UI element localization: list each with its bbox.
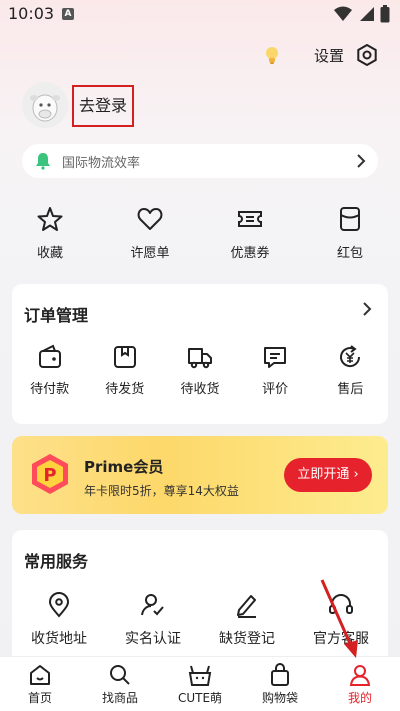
order-label: 待收货 xyxy=(180,382,220,397)
box-icon xyxy=(113,346,136,368)
quick-actions: 收藏 许愿单 优惠券 红包 xyxy=(0,206,400,262)
prime-subtitle: 年卡限时5折，尊享14大权益 xyxy=(84,484,239,498)
service-verification[interactable]: 实名认证 xyxy=(106,592,200,648)
signal-icon xyxy=(360,7,374,21)
service-label: 缺货登记 xyxy=(219,631,275,647)
status-time: 10:03 xyxy=(8,4,55,23)
prime-title: Prime会员 xyxy=(84,458,164,476)
cow-mascot-icon xyxy=(22,82,68,128)
cute-icon xyxy=(188,665,212,686)
prime-membership-card[interactable]: P Prime会员 年卡限时5折，尊享14大权益 立即开通 › xyxy=(12,436,388,514)
prime-logo-letter: P xyxy=(43,465,56,486)
truck-icon xyxy=(187,348,212,369)
settings-label[interactable]: 设置 xyxy=(314,45,344,66)
orders-card: 订单管理 待付款 待发货 待收货 评价 售后 xyxy=(12,284,388,424)
battery-icon xyxy=(380,5,390,23)
nav-me[interactable]: 我的 xyxy=(320,657,400,711)
quick-favorites[interactable]: 收藏 xyxy=(0,206,100,262)
notice-text: 国际物流效率 xyxy=(62,155,141,171)
notice-bar[interactable]: 国际物流效率 xyxy=(22,144,378,178)
order-label: 售后 xyxy=(337,382,364,397)
nav-cute[interactable]: CUTE萌 xyxy=(160,657,240,711)
pen-icon xyxy=(237,595,256,618)
wallet-icon xyxy=(38,344,61,368)
services-title: 常用服务 xyxy=(24,552,89,571)
order-pending-shipment[interactable]: 待发货 xyxy=(87,344,162,397)
star-icon xyxy=(37,207,63,231)
order-review[interactable]: 评价 xyxy=(238,344,313,397)
login-button[interactable]: 去登录 xyxy=(72,85,134,127)
quick-red-packet[interactable]: 红包 xyxy=(300,206,400,262)
orders-title: 订单管理 xyxy=(24,306,89,325)
prime-button-chevron-icon: › xyxy=(353,467,359,482)
quick-label: 收藏 xyxy=(36,246,63,261)
prime-logo-icon: P xyxy=(32,454,68,494)
nav-label: 首页 xyxy=(27,691,52,705)
order-pending-payment[interactable]: 待付款 xyxy=(12,344,87,397)
orders-chevron-right-icon[interactable] xyxy=(362,302,372,316)
nav-label: 我的 xyxy=(347,691,372,705)
status-icons xyxy=(334,5,390,23)
nav-label: 购物袋 xyxy=(261,691,298,705)
service-address[interactable]: 收货地址 xyxy=(12,592,106,648)
services-row: 收货地址 实名认证 缺货登记 官方客服 xyxy=(12,592,388,648)
location-icon xyxy=(48,592,70,618)
nav-home[interactable]: 首页 xyxy=(0,657,80,711)
comment-icon xyxy=(264,347,287,368)
bag-icon xyxy=(271,663,289,686)
red-packet-icon xyxy=(340,207,360,231)
service-label: 收货地址 xyxy=(31,631,87,647)
status-bar: 10:03 A xyxy=(0,0,400,28)
user-check-icon xyxy=(141,594,164,616)
service-stock-registration[interactable]: 缺货登记 xyxy=(200,592,294,648)
heart-icon xyxy=(137,208,163,230)
order-label: 待发货 xyxy=(105,382,145,397)
wifi-icon xyxy=(334,6,352,21)
nav-label: CUTE萌 xyxy=(177,691,223,705)
refund-icon xyxy=(340,345,361,368)
service-customer-support[interactable]: 官方客服 xyxy=(294,592,388,648)
search-icon xyxy=(110,665,130,685)
prime-button-label: 立即开通 xyxy=(297,467,350,482)
order-after-sales[interactable]: 售后 xyxy=(313,344,388,397)
top-actions: 设置 xyxy=(262,44,378,66)
nav-label: 找商品 xyxy=(101,691,138,705)
quick-wishlist[interactable]: 许愿单 xyxy=(100,206,200,262)
headset-icon xyxy=(329,594,353,614)
notification-a-icon: A xyxy=(62,8,74,20)
service-label: 官方客服 xyxy=(313,631,369,647)
bulb-icon[interactable] xyxy=(262,44,282,66)
home-icon xyxy=(30,665,50,685)
coupon-icon xyxy=(238,211,262,227)
nav-search[interactable]: 找商品 xyxy=(80,657,160,711)
bell-icon xyxy=(36,153,50,170)
order-pending-receipt[interactable]: 待收货 xyxy=(162,344,237,397)
settings-gear-icon[interactable] xyxy=(356,44,378,66)
quick-label: 红包 xyxy=(336,246,363,261)
quick-coupons[interactable]: 优惠券 xyxy=(200,206,300,262)
prime-open-button[interactable]: 立即开通 › xyxy=(284,458,372,492)
services-card: 常用服务 收货地址 实名认证 缺货登记 官方客服 xyxy=(12,530,388,670)
bottom-nav: 首页 找商品 CUTE萌 购物袋 我的 xyxy=(0,656,400,711)
quick-label: 许愿单 xyxy=(130,246,170,261)
user-icon xyxy=(349,665,371,686)
order-label: 评价 xyxy=(262,382,289,397)
order-status-row: 待付款 待发货 待收货 评价 售后 xyxy=(12,344,388,397)
nav-bag[interactable]: 购物袋 xyxy=(240,657,320,711)
avatar[interactable] xyxy=(22,82,68,128)
service-label: 实名认证 xyxy=(125,631,181,647)
order-label: 待付款 xyxy=(30,382,70,397)
chevron-right-icon xyxy=(357,154,366,168)
quick-label: 优惠券 xyxy=(230,246,270,261)
